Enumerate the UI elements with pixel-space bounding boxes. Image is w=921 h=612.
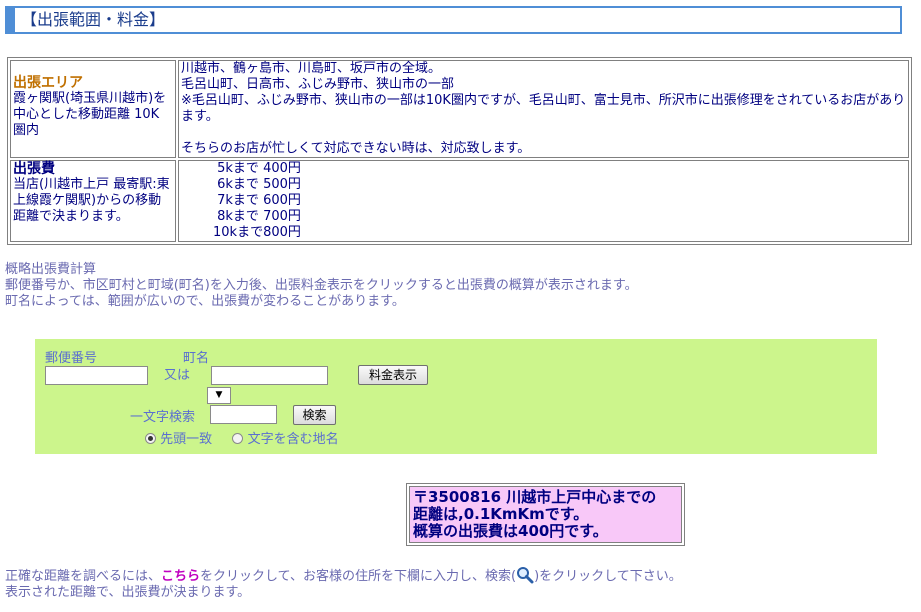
section-title: 【出張範囲・料金】 (5, 6, 902, 34)
calc-desc-1: 郵便番号か、市区町村と町域(町名)を入力後、出張料金表示をクリックすると出張費の… (5, 278, 638, 293)
fee-rate-1: 5kまで 400円 (213, 161, 301, 176)
area-line-3: ※毛呂山町、ふじみ野市、狭山市の一部は10K圏内ですが、毛呂山町、富士見市、所沢… (181, 93, 906, 124)
calc-heading: 概略出張費計算 (5, 262, 97, 277)
footer-text-middle: をクリックして、お客様の住所を下欄に入力し、検索( (200, 569, 517, 584)
result-line-1: 〒3500816 川越市上戸中心までの (413, 488, 657, 506)
result-line-2: 距離は,0.1KmKmです。 (413, 505, 589, 523)
footer-line-2: 表示された距離で、出張費が決まります。 (5, 585, 251, 600)
result-line-3: 概算の出張費は400円です。 (413, 522, 608, 540)
area-line-5: そちらのお店が忙しくて対応できない時は、対応致します。 (181, 141, 531, 156)
postal-code-input[interactable] (45, 366, 148, 385)
calc-desc-2: 町名によっては、範囲が広いので、出張費が変わることがあります。 (5, 294, 405, 309)
result-box: 〒3500816 川越市上戸中心までの 距離は,0.1KmKmです。 概算の出張… (406, 483, 685, 546)
here-link[interactable]: こちら (161, 569, 200, 584)
area-row: 出張エリア 霞ヶ関駅(埼玉県川越市)を中心とした移動距離 10K 圏内 川越市、… (10, 60, 909, 158)
fee-row: 出張費 当店(川越市上戸 最寄駅:東上線霞ケ関駅)からの移動距離で決まります。 … (10, 160, 909, 242)
footer-text-before: 正確な距離を調べるには、 (5, 569, 162, 584)
calc-description: 概略出張費計算 郵便番号か、市区町村と町域(町名)を入力後、出張料金表示をクリッ… (5, 262, 905, 310)
fee-rate-3: 7kまで 600円 (213, 193, 301, 208)
radio-prefix-label: 先頭一致 (160, 432, 213, 447)
fee-rate-2: 6kまで 500円 (213, 177, 301, 192)
fee-rate-4: 8kまで 700円 (213, 209, 301, 224)
fee-detail-cell: 5kまで 400円 6kまで 500円 7kまで 600円 8kまで 700円 … (178, 160, 909, 242)
area-line-1: 川越市、鶴ヶ島市、川島町、坂戸市の全域。 (181, 61, 442, 76)
char-search-label: 一文字検索 (130, 410, 196, 425)
fee-rate-5: 10kまで800円 (213, 225, 301, 240)
area-title: 出張エリア (13, 75, 83, 91)
char-search-input[interactable] (210, 405, 277, 424)
footer-instructions: 正確な距離を調べるには、こちらをクリックして、お客様の住所を下欄に入力し、検索(… (5, 566, 905, 601)
area-left-desc: 霞ヶ関駅(埼玉県川越市)を中心とした移動距離 10K 圏内 (13, 91, 167, 138)
match-mode-radios: 先頭一致 文字を含む地名 (145, 428, 339, 447)
footer-line-1: 正確な距離を調べるには、こちらをクリックして、お客様の住所を下欄に入力し、検索(… (5, 566, 905, 585)
radio-contains-label: 文字を含む地名 (247, 432, 339, 447)
town-select[interactable]: ▼ (207, 387, 231, 404)
or-label: 又は (164, 368, 191, 383)
postal-label: 郵便番号 (45, 351, 98, 366)
footer-text-after: )をクリックして下さい。 (534, 569, 682, 584)
service-info-table: 出張エリア 霞ヶ関駅(埼玉県川越市)を中心とした移動距離 10K 圏内 川越市、… (7, 57, 912, 245)
area-line-2: 毛呂山町、日高市、ふじみ野市、狭山市の一部 (181, 77, 455, 92)
radio-prefix-match[interactable] (145, 433, 156, 444)
search-button[interactable]: 検索 (293, 405, 336, 425)
fee-display-button[interactable]: 料金表示 (358, 365, 428, 385)
fee-title: 出張費 (13, 161, 55, 177)
town-label: 町名 (183, 351, 210, 366)
magnifier-icon (516, 566, 534, 584)
fee-label-cell: 出張費 当店(川越市上戸 最寄駅:東上線霞ケ関駅)からの移動距離で決まります。 (10, 160, 176, 242)
fee-left-desc: 当店(川越市上戸 最寄駅:東上線霞ケ関駅)からの移動距離で決まります。 (13, 177, 170, 224)
town-input[interactable] (211, 366, 328, 385)
area-label-cell: 出張エリア 霞ヶ関駅(埼玉県川越市)を中心とした移動距離 10K 圏内 (10, 60, 176, 158)
area-detail-cell: 川越市、鶴ヶ島市、川島町、坂戸市の全域。 毛呂山町、日高市、ふじみ野市、狭山市の… (178, 60, 909, 158)
area-line-blank (181, 125, 906, 141)
result-content: 〒3500816 川越市上戸中心までの 距離は,0.1KmKmです。 概算の出張… (409, 486, 682, 543)
fee-calculator-form: 郵便番号 又は 町名 料金表示 ▼ 一文字検索 検索 先頭一致 文字を含む地名 (35, 339, 877, 454)
radio-contains-match[interactable] (232, 433, 244, 444)
